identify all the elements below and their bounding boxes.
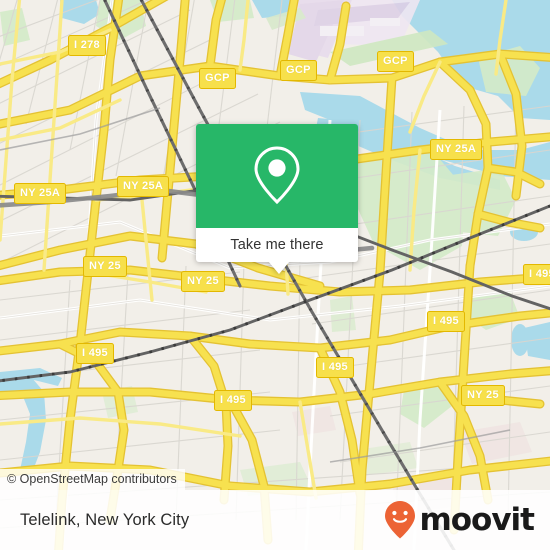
road-shield-ny25-2: NY 25: [181, 271, 225, 292]
road-shield-gcp-3: GCP: [377, 51, 414, 72]
moovit-wordmark: moovit: [419, 501, 535, 538]
map-screen: I 278 GCP GCP GCP NY 25A NY 25A NY 25A NY 25 NY …: [0, 0, 550, 550]
osm-attribution[interactable]: © OpenStreetMap contributors: [0, 469, 185, 490]
road-shield-i495-4: I 495: [316, 357, 354, 378]
moovit-logo[interactable]: moovit: [383, 500, 535, 540]
road-shield-ny25a-2: NY 25A: [14, 183, 67, 204]
popup-marker-area: [196, 124, 358, 228]
map-pin-icon: [254, 146, 300, 205]
moovit-pin-icon: [385, 501, 416, 539]
road-shield-i495-2: I 495: [427, 311, 465, 332]
destination-popup-card[interactable]: Take me there: [196, 124, 358, 274]
footer-bar: Telelink, New York City moovit: [0, 490, 550, 550]
road-shield-ny25a-1: NY 25A: [430, 139, 483, 160]
road-shield-i495-1: I 495: [523, 264, 550, 285]
road-shield-gcp-1: GCP: [199, 68, 236, 89]
road-shield-ny25a-3: NY 25A: [117, 176, 170, 197]
road-shield-i278: I 278: [68, 35, 106, 56]
take-me-there-button[interactable]: Take me there: [196, 228, 358, 262]
road-shield-gcp-2: GCP: [280, 60, 317, 81]
road-shield-ny25-3: NY 25: [461, 385, 505, 406]
take-me-there-label: Take me there: [230, 237, 324, 253]
popup-pointer: [268, 261, 290, 274]
place-title: Telelink, New York City: [20, 510, 190, 529]
road-shield-i495-3: I 495: [76, 343, 114, 364]
road-shield-ny25-1: NY 25: [83, 256, 127, 277]
road-shield-i495-5: I 495: [214, 390, 252, 411]
